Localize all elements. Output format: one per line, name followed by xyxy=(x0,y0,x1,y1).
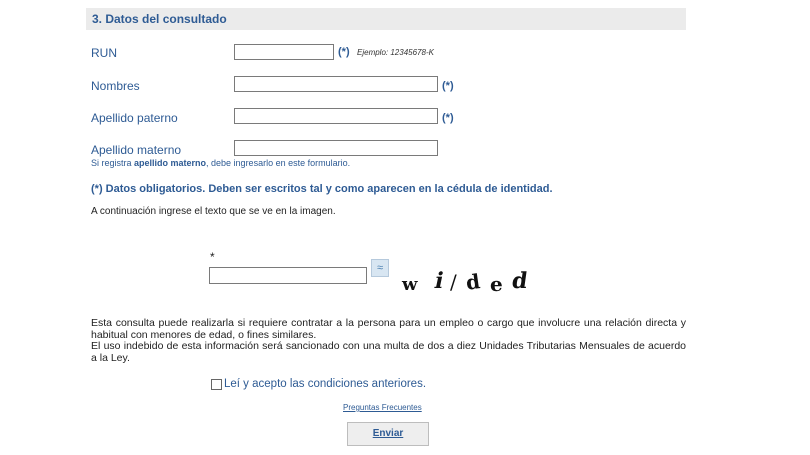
terms-text: Esta consulta puede realizarla si requie… xyxy=(91,317,686,364)
materno-note: Si registra apellido materno, debe ingre… xyxy=(91,158,350,168)
refresh-icon[interactable]: ≈ xyxy=(371,259,389,277)
run-required-mark: (*) xyxy=(338,46,350,58)
materno-note-bold: apellido materno xyxy=(134,158,207,168)
captcha-char: / xyxy=(450,270,457,294)
captcha-char: w xyxy=(402,274,418,295)
materno-note-suffix: , debe ingresarlo en este formulario. xyxy=(206,158,351,168)
run-input[interactable] xyxy=(234,44,334,60)
paterno-label: Apellido paterno xyxy=(91,111,178,125)
captcha-char: d xyxy=(510,268,530,294)
captcha-char: e xyxy=(490,272,503,296)
apellido-paterno-input[interactable] xyxy=(234,108,438,124)
nombres-label: Nombres xyxy=(91,79,140,93)
accept-label[interactable]: Leí y acepto las condiciones anteriores. xyxy=(224,378,426,390)
nombres-input[interactable] xyxy=(234,76,438,92)
mandatory-note: (*) Datos obligatorios. Deben ser escrit… xyxy=(91,183,553,195)
captcha-input[interactable] xyxy=(209,267,367,284)
captcha-char: d xyxy=(464,269,482,295)
captcha-char: i xyxy=(432,268,447,294)
submit-button[interactable]: Enviar xyxy=(347,422,429,446)
apellido-materno-input[interactable] xyxy=(234,140,438,156)
faq-link[interactable]: Preguntas Frecuentes xyxy=(343,403,422,412)
run-label: RUN xyxy=(91,46,117,60)
terms-paragraph-2: El uso indebido de esta información será… xyxy=(91,340,686,364)
captcha-instruction: A continuación ingrese el texto que se v… xyxy=(91,206,336,217)
accept-checkbox[interactable] xyxy=(211,379,222,390)
paterno-required-mark: (*) xyxy=(442,112,454,124)
materno-note-prefix: Si registra xyxy=(91,158,135,168)
run-example: Ejemplo: 12345678-K xyxy=(357,48,434,57)
nombres-required-mark: (*) xyxy=(442,80,454,92)
materno-label: Apellido materno xyxy=(91,143,182,157)
captcha-image: w i / d e d xyxy=(400,268,540,296)
section-title: 3. Datos del consultado xyxy=(86,8,686,30)
captcha-required-mark: * xyxy=(210,250,215,264)
terms-paragraph-1: Esta consulta puede realizarla si requie… xyxy=(91,317,686,341)
